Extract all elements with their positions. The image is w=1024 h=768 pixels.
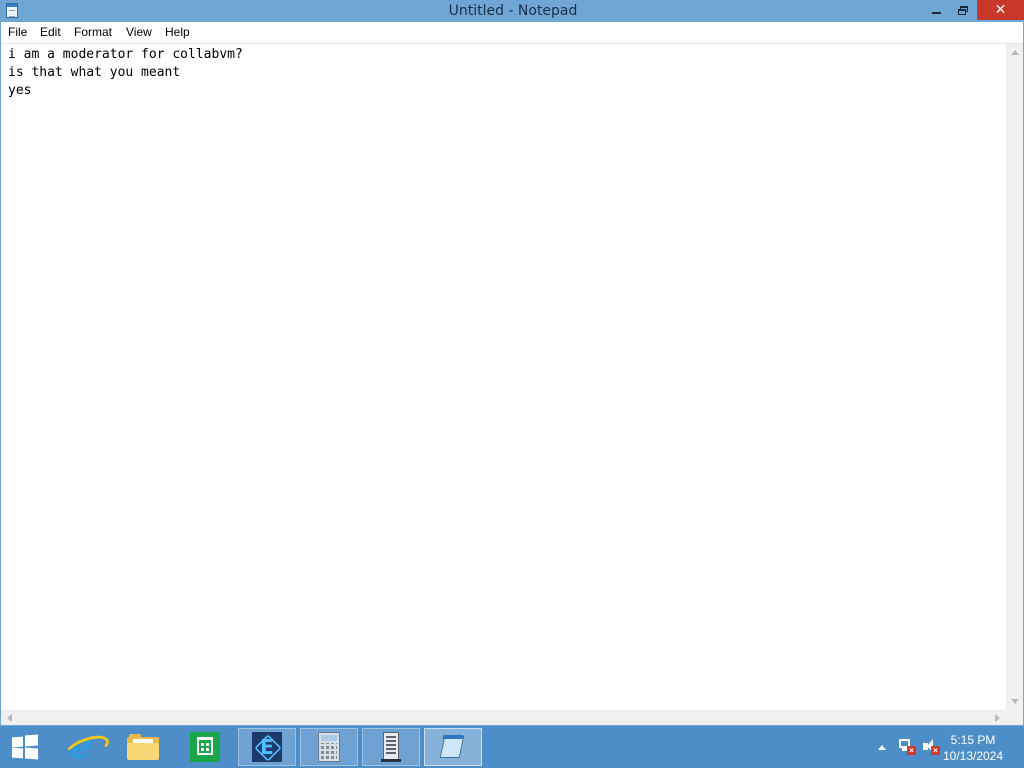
server-manager-icon xyxy=(381,732,401,762)
network-disconnected-icon[interactable]: × xyxy=(899,739,916,755)
internet-explorer-icon: e xyxy=(62,730,113,766)
text-editor-area[interactable]: i am a moderator for collabvm? is that w… xyxy=(1,44,1006,710)
file-explorer-icon xyxy=(127,734,159,760)
scroll-right-icon[interactable] xyxy=(995,714,1000,722)
volume-muted-icon[interactable]: × xyxy=(923,739,940,755)
taskbar-store[interactable] xyxy=(176,728,234,766)
editor-line: yes xyxy=(8,83,32,98)
clock-date: 10/13/2024 xyxy=(942,749,1004,763)
store-icon xyxy=(190,732,220,762)
menu-view[interactable]: View xyxy=(126,25,152,39)
calculator-icon xyxy=(318,732,340,762)
taskbar-hex-app[interactable]: E xyxy=(238,728,296,766)
menu-bar: File Edit Format View Help xyxy=(1,22,1023,44)
minimize-icon xyxy=(931,12,941,14)
restore-icon xyxy=(958,5,968,15)
menu-format[interactable]: Format xyxy=(74,25,112,39)
notepad-window: Untitled - Notepad ✕ File Edit Format Vi… xyxy=(0,0,1024,726)
menu-help[interactable]: Help xyxy=(165,25,190,39)
minimize-button[interactable] xyxy=(922,0,950,20)
scroll-down-icon[interactable] xyxy=(1011,699,1019,704)
close-button[interactable]: ✕ xyxy=(977,0,1024,20)
close-icon: ✕ xyxy=(994,2,1007,18)
menu-edit[interactable]: Edit xyxy=(40,25,61,39)
clock-time: 5:15 PM xyxy=(950,733,996,747)
window-title: Untitled - Notepad xyxy=(448,3,578,19)
clock[interactable]: 5:15 PM 10/13/2024 xyxy=(938,732,1008,764)
taskbar-file-explorer[interactable] xyxy=(114,728,172,766)
hex-app-icon: E xyxy=(252,732,282,762)
start-button[interactable] xyxy=(0,726,50,768)
title-bar[interactable]: Untitled - Notepad ✕ xyxy=(1,0,1024,22)
vertical-scrollbar[interactable] xyxy=(1006,44,1023,710)
editor-line: is that what you meant xyxy=(8,65,181,80)
windows-logo-icon xyxy=(12,734,38,760)
taskbar-calculator[interactable] xyxy=(300,728,358,766)
scroll-left-icon[interactable] xyxy=(7,714,12,722)
menu-file[interactable]: File xyxy=(8,25,27,39)
editor-line: i am a moderator for collabvm? xyxy=(8,47,243,62)
horizontal-scrollbar[interactable] xyxy=(1,710,1006,725)
taskbar-notepad[interactable] xyxy=(424,728,482,766)
restore-button[interactable] xyxy=(950,0,976,20)
taskbar: e E × × 5:15 PM 10/13/2024 xyxy=(0,726,1024,768)
scrollbar-corner xyxy=(1006,710,1023,725)
taskbar-internet-explorer[interactable]: e xyxy=(52,728,113,766)
show-hidden-icons-icon[interactable] xyxy=(878,745,886,750)
notepad-icon xyxy=(439,733,467,761)
scroll-up-icon[interactable] xyxy=(1011,50,1019,55)
taskbar-server-manager[interactable] xyxy=(362,728,420,766)
